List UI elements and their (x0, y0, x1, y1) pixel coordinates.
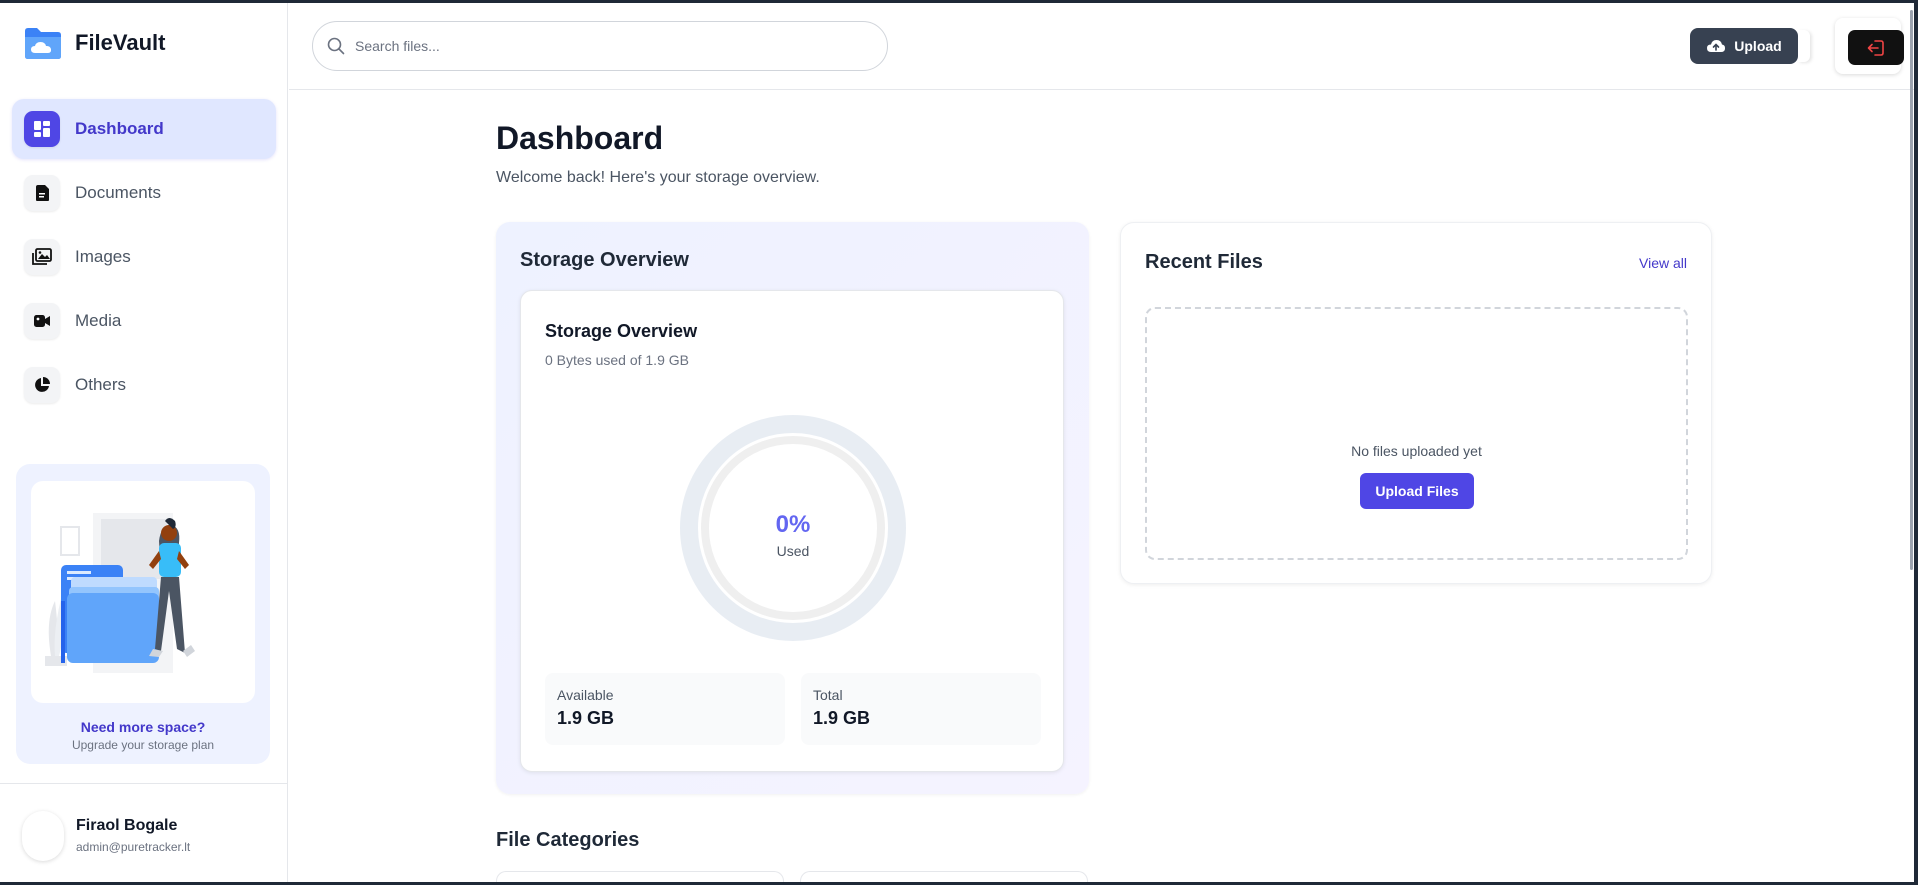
app-name: FileVault (75, 30, 166, 55)
upload-button-edge (1798, 30, 1810, 62)
recent-files-title: Recent Files (1145, 251, 1263, 273)
logout-button[interactable] (1848, 30, 1904, 65)
available-stat: Available 1.9 GB (545, 673, 785, 745)
sidebar-item-dashboard[interactable]: Dashboard (12, 99, 276, 159)
folder-cloud-logo-icon (25, 28, 61, 59)
storage-card-title: Storage Overview (545, 321, 698, 341)
avatar[interactable] (22, 811, 64, 861)
search-box[interactable] (312, 21, 888, 71)
file-categories-title: File Categories (496, 829, 640, 851)
sidebar-item-label: Documents (75, 183, 161, 202)
user-name: Firaol Bogale (76, 817, 178, 834)
image-icon (24, 239, 60, 275)
sidebar-item-label: Dashboard (75, 119, 164, 138)
total-stat: Total 1.9 GB (801, 673, 1041, 745)
files-illustration (31, 481, 255, 703)
page-subtitle: Welcome back! Here's your storage overvi… (496, 169, 820, 186)
scrollbar-thumb[interactable] (1910, 10, 1913, 570)
window-right-border (1914, 0, 1918, 885)
storage-overview-section: Storage Overview Storage Overview 0 Byte… (496, 222, 1089, 794)
available-value: 1.9 GB (557, 708, 615, 728)
total-label: Total (813, 687, 843, 703)
dashboard-icon (24, 111, 60, 147)
storage-usage-text: 0 Bytes used of 1.9 GB (545, 352, 689, 368)
upload-button[interactable]: Upload (1690, 28, 1798, 64)
recent-files-section: Recent Files View all No files uploaded … (1120, 222, 1712, 584)
sidebar-item-label: Images (75, 247, 131, 266)
user-email: admin@puretracker.lt (76, 840, 191, 854)
upload-button-label: Upload (1734, 38, 1782, 54)
storage-card: Storage Overview 0 Bytes used of 1.9 GB … (520, 290, 1064, 772)
upload-files-button[interactable]: Upload Files (1360, 473, 1474, 509)
pie-chart-icon (24, 367, 60, 403)
cloud-upload-icon (1707, 40, 1726, 52)
sidebar-item-label: Others (75, 375, 127, 394)
sidebar-nav: Dashboard Documents Images Media Others (12, 99, 276, 419)
sidebar-item-others[interactable]: Others (12, 355, 276, 415)
view-all-link[interactable]: View all (1639, 255, 1687, 271)
available-label: Available (557, 687, 614, 703)
upgrade-promo[interactable]: Need more space? Upgrade your storage pl… (16, 464, 270, 764)
usage-percent: 0% (775, 511, 811, 538)
top-header: Upload (289, 3, 1914, 90)
empty-state-text: No files uploaded yet (1351, 443, 1482, 459)
sidebar-item-label: Media (75, 311, 122, 330)
empty-files-dropzone[interactable]: No files uploaded yet Upload Files (1145, 307, 1688, 560)
total-value: 1.9 GB (813, 708, 871, 728)
search-icon (327, 37, 345, 55)
search-input[interactable] (355, 38, 855, 54)
video-icon (24, 303, 60, 339)
usage-percent-label: Used (776, 543, 810, 559)
user-profile[interactable]: Firaol Bogale admin@puretracker.lt (0, 783, 287, 882)
sidebar-item-images[interactable]: Images (12, 227, 276, 287)
brand[interactable]: FileVault (23, 25, 165, 61)
logout-icon (1867, 39, 1884, 56)
sidebar-item-documents[interactable]: Documents (12, 163, 276, 223)
promo-subtitle: Upgrade your storage plan (71, 738, 215, 752)
document-icon (24, 175, 60, 211)
sidebar: FileVault Dashboard Documents Images Med… (0, 3, 288, 882)
page-title: Dashboard (496, 120, 664, 156)
promo-title: Need more space? (80, 719, 206, 735)
sidebar-item-media[interactable]: Media (12, 291, 276, 351)
section-title: Storage Overview (520, 249, 689, 271)
